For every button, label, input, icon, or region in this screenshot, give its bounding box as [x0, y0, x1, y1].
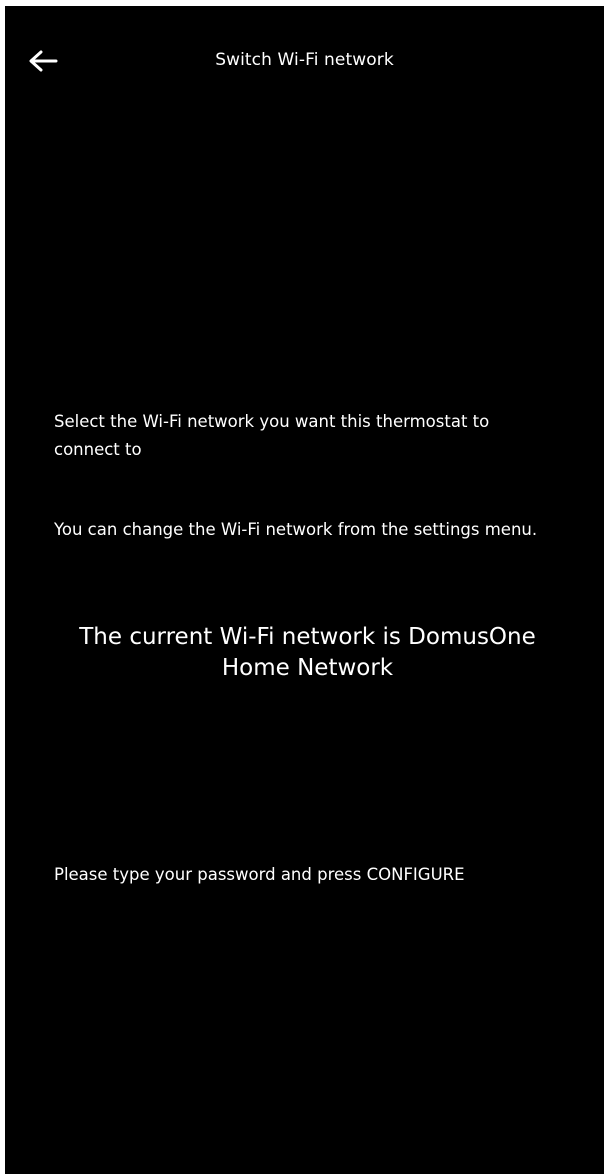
page-title: Switch Wi-Fi network [215, 50, 394, 70]
select-network-instruction: Select the Wi-Fi network you want this t… [54, 412, 490, 459]
top-bar: Switch Wi-Fi network [5, 6, 604, 114]
app-screen: Switch Wi-Fi network Select the Wi-Fi ne… [5, 6, 604, 1174]
settings-note: You can change the Wi-Fi network from th… [54, 520, 538, 539]
password-instruction: Please type your password and press CONF… [54, 865, 465, 884]
current-network-message: The current Wi-Fi network is DomusOne Ho… [79, 624, 536, 681]
